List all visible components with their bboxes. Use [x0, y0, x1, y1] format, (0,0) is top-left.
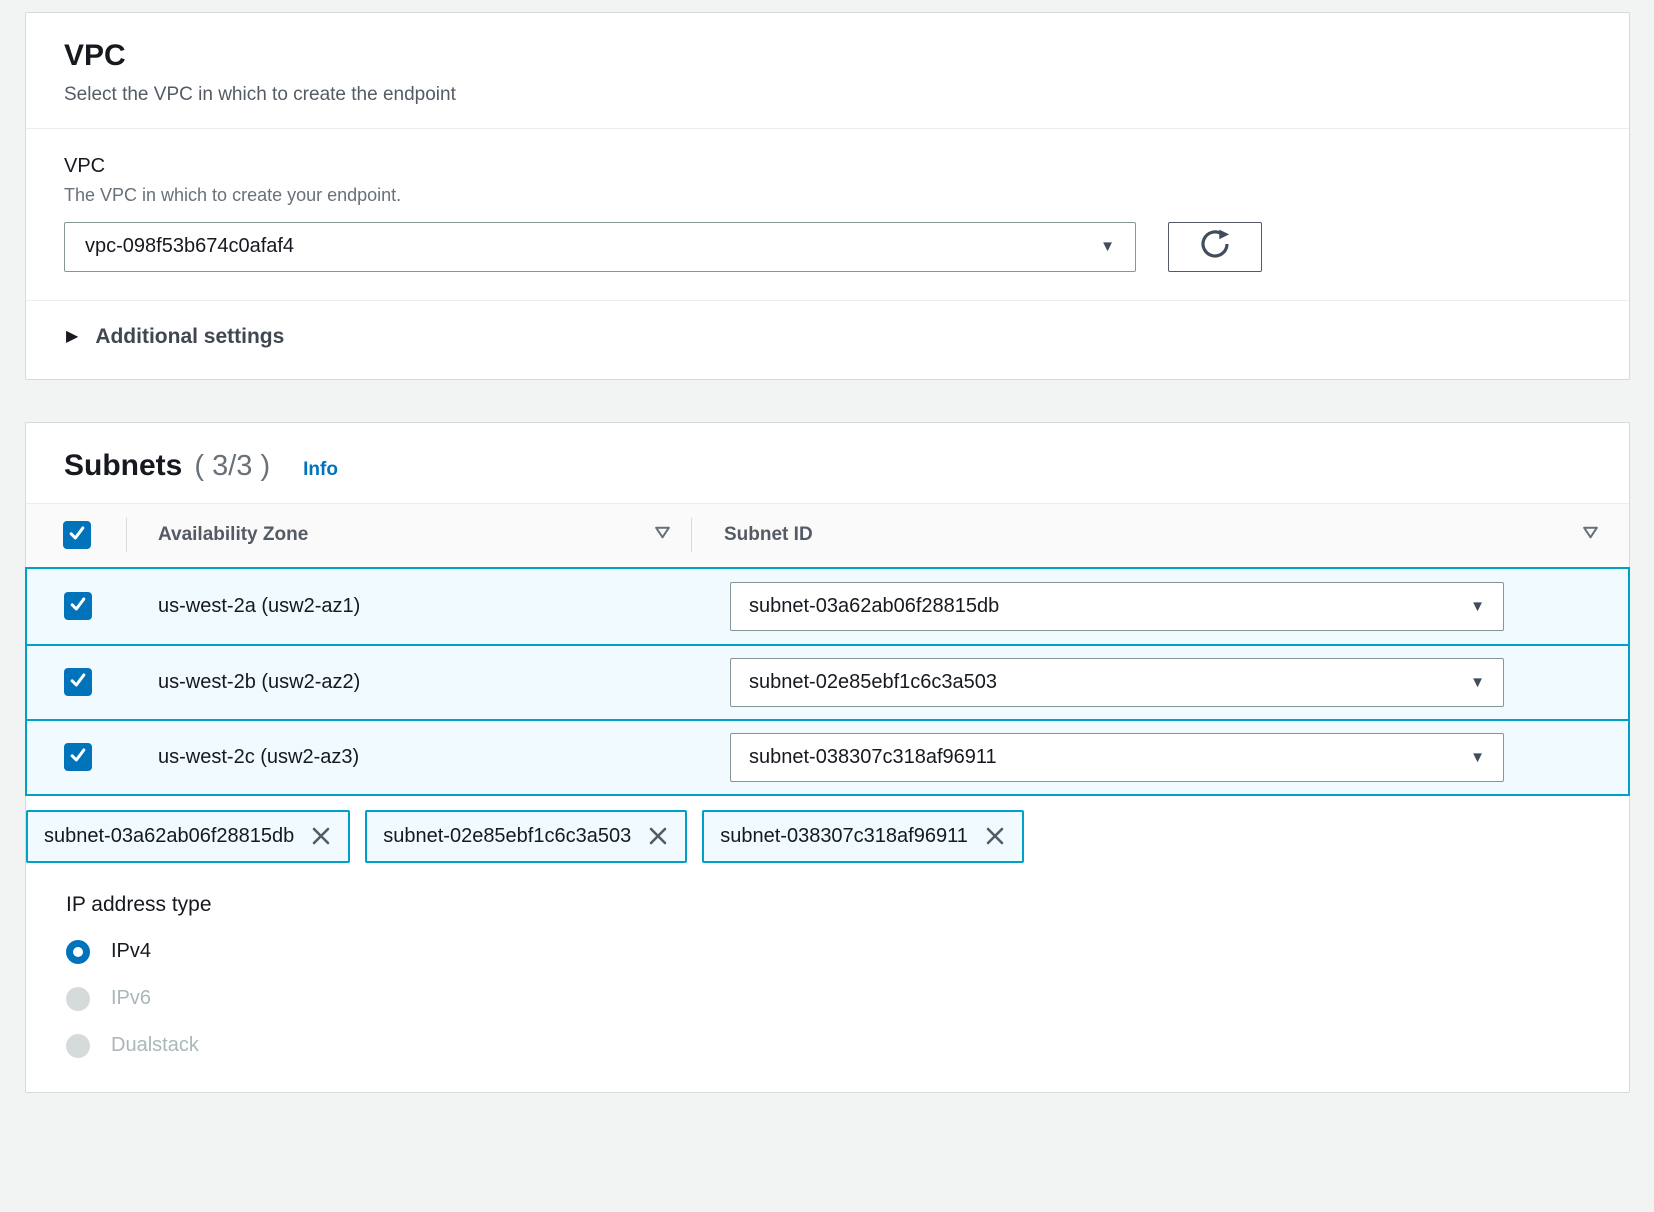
vpc-field-label: VPC — [64, 155, 1591, 178]
vpc-card-header: VPC Select the VPC in which to create th… — [26, 13, 1629, 129]
select-all-checkbox[interactable] — [63, 521, 91, 549]
subnet-id-select[interactable]: subnet-038307c318af96911 ▼ — [730, 733, 1504, 782]
radio-option-ipv4[interactable]: IPv4 — [66, 940, 1591, 964]
additional-settings-expander[interactable]: ▶ Additional settings — [26, 301, 1629, 379]
subnet-id-value: subnet-02e85ebf1c6c3a503 — [749, 671, 997, 694]
selected-subnet-tokens: subnet-03a62ab06f28815db subnet-02e85ebf… — [26, 810, 1629, 863]
refresh-button[interactable] — [1168, 222, 1262, 272]
vpc-card-title: VPC — [64, 39, 1591, 74]
radio-disabled-icon — [66, 987, 90, 1011]
subnets-count: ( 3/3 ) — [194, 450, 270, 483]
chevron-down-icon: ▼ — [1470, 675, 1485, 690]
check-icon — [67, 523, 87, 548]
availability-zone-cell: us-west-2b (usw2-az2) — [158, 671, 360, 694]
radio-selected-icon[interactable] — [66, 940, 90, 964]
subnet-id-select[interactable]: subnet-02e85ebf1c6c3a503 ▼ — [730, 658, 1504, 707]
vpc-field-description: The VPC in which to create your endpoint… — [64, 185, 1591, 206]
sort-icon[interactable] — [654, 525, 671, 545]
subnet-token-label: subnet-02e85ebf1c6c3a503 — [383, 825, 631, 848]
table-row: us-west-2a (usw2-az1) subnet-03a62ab06f2… — [27, 569, 1628, 644]
row-checkbox[interactable] — [64, 668, 92, 696]
subnets-table-body: us-west-2a (usw2-az1) subnet-03a62ab06f2… — [25, 567, 1630, 796]
subnet-token-label: subnet-03a62ab06f28815db — [44, 825, 294, 848]
subnet-token: subnet-03a62ab06f28815db — [26, 810, 350, 863]
subnet-id-select[interactable]: subnet-03a62ab06f28815db ▼ — [730, 582, 1504, 631]
availability-zone-cell: us-west-2a (usw2-az1) — [158, 595, 360, 618]
dismiss-token-button[interactable] — [309, 824, 333, 848]
row-checkbox[interactable] — [64, 592, 92, 620]
chevron-down-icon: ▼ — [1470, 750, 1485, 765]
radio-disabled-icon — [66, 1034, 90, 1058]
dismiss-token-button[interactable] — [646, 824, 670, 848]
vpc-card-subtitle: Select the VPC in which to create the en… — [64, 84, 1591, 106]
subnet-token-label: subnet-038307c318af96911 — [720, 825, 968, 848]
vpc-card: VPC Select the VPC in which to create th… — [25, 12, 1630, 380]
dismiss-token-button[interactable] — [983, 824, 1007, 848]
radio-option-ipv6: IPv6 — [66, 987, 1591, 1011]
column-header-availability-zone: Availability Zone — [158, 524, 308, 546]
subnets-card-header: Subnets ( 3/3 ) Info — [26, 423, 1629, 503]
additional-settings-label: Additional settings — [95, 325, 284, 349]
radio-option-dualstack: Dualstack — [66, 1034, 1591, 1058]
check-icon — [68, 594, 88, 619]
table-row: us-west-2b (usw2-az2) subnet-02e85ebf1c6… — [27, 644, 1628, 719]
check-icon — [68, 670, 88, 695]
row-checkbox[interactable] — [64, 743, 92, 771]
ip-address-type-section: IP address type IPv4 IPv6 Dualstack — [26, 863, 1629, 1092]
subnet-token: subnet-02e85ebf1c6c3a503 — [365, 810, 687, 863]
column-header-subnet-id: Subnet ID — [724, 524, 813, 546]
sort-icon[interactable] — [1582, 525, 1599, 545]
radio-label-dualstack: Dualstack — [111, 1034, 199, 1057]
chevron-down-icon: ▼ — [1100, 239, 1115, 254]
table-row: us-west-2c (usw2-az3) subnet-038307c318a… — [27, 719, 1628, 794]
info-link[interactable]: Info — [303, 459, 338, 481]
subnet-id-value: subnet-038307c318af96911 — [749, 746, 997, 769]
subnets-table-header: Availability Zone Subnet ID — [26, 503, 1629, 567]
vpc-select-value: vpc-098f53b674c0afaf4 — [85, 235, 294, 258]
check-icon — [68, 745, 88, 770]
vpc-select[interactable]: vpc-098f53b674c0afaf4 ▼ — [64, 222, 1136, 272]
subnets-title: Subnets — [64, 449, 182, 483]
refresh-icon — [1199, 228, 1231, 265]
subnet-id-value: subnet-03a62ab06f28815db — [749, 595, 999, 618]
subnet-token: subnet-038307c318af96911 — [702, 810, 1024, 863]
ip-address-type-label: IP address type — [66, 893, 1591, 917]
vpc-card-body: VPC The VPC in which to create your endp… — [26, 129, 1629, 272]
subnets-card: Subnets ( 3/3 ) Info Availability Zone S… — [25, 422, 1630, 1093]
expander-triangle-icon: ▶ — [66, 329, 78, 345]
radio-label-ipv4: IPv4 — [111, 940, 151, 963]
chevron-down-icon: ▼ — [1470, 599, 1485, 614]
availability-zone-cell: us-west-2c (usw2-az3) — [158, 746, 359, 769]
radio-label-ipv6: IPv6 — [111, 987, 151, 1010]
